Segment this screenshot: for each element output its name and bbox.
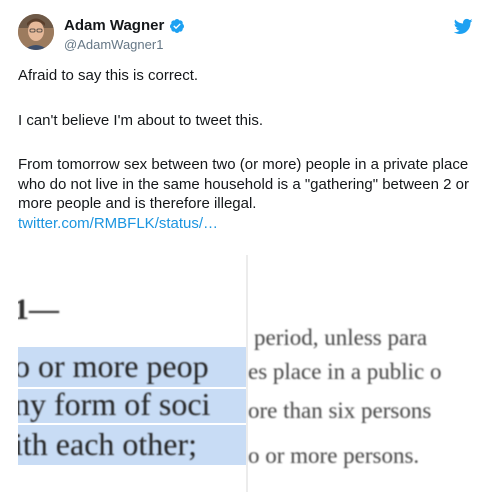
avatar-image [18,14,54,50]
document-fragment: period, unless para [254,325,427,350]
tweet-quoted-link[interactable]: twitter.com/RMBFLK/status/… [18,215,218,232]
avatar[interactable] [18,14,54,50]
tweet-paragraph: Afraid to say this is correct. [18,67,199,84]
tweet-text: Afraid to say this is correct. I can't b… [18,66,476,233]
author-handle[interactable]: @AdamWagner1 [64,37,163,52]
document-fragment: ith each other; [18,426,197,462]
document-fragment: ore than six persons [248,398,431,423]
tweet-media-image[interactable]: 1— o or more peop ny form of soci ith ea… [18,255,476,492]
document-fragment: 1— [18,293,60,326]
document-photo: 1— o or more peop ny form of soci ith ea… [18,255,476,492]
tweet-paragraph: I can't believe I'm about to tweet this. [18,111,264,129]
document-fragment: o or more peop [18,348,209,384]
tweet-paragraph: From tomorrow sex between two (or more) … [18,156,469,212]
verified-badge-icon [169,18,185,34]
author-display-name[interactable]: Adam Wagner [64,17,164,34]
document-fragment: es place in a public o [248,359,442,384]
document-fragment: ny form of soci [18,386,211,422]
tweet-header: Adam Wagner @AdamWagner1 [18,14,478,58]
document-fragment: o or more persons. [248,443,419,468]
twitter-bird-icon[interactable] [453,17,473,36]
